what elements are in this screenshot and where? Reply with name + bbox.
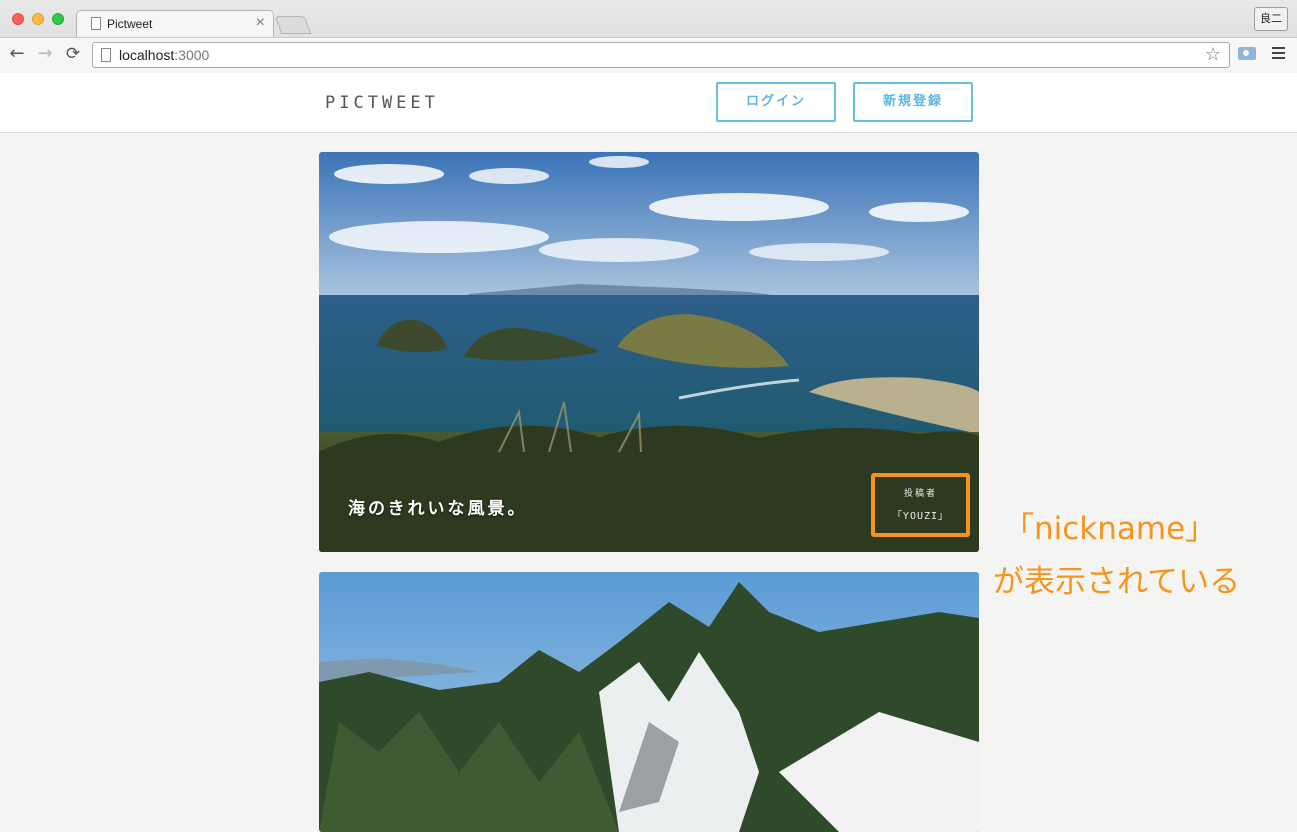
url-port: :3000 xyxy=(174,47,210,63)
browser-tab-active[interactable]: Pictweet × xyxy=(76,10,274,37)
poster-label: 投稿者 xyxy=(903,489,937,499)
reload-icon[interactable]: ⟳ xyxy=(62,42,84,66)
poster-highlight-box: 投稿者 「YOUZI」 xyxy=(871,473,970,537)
annotation-line-1: 「nickname」 xyxy=(1003,511,1217,547)
tweet-card xyxy=(319,572,979,832)
tweet-card: 海のきれいな風景。 投稿者 「YOUZI」 xyxy=(319,152,979,552)
profile-button[interactable]: 良二 xyxy=(1254,7,1288,31)
tab-close-icon[interactable]: × xyxy=(256,14,265,32)
annotation-line-2: が表示されている xyxy=(993,564,1241,600)
page-icon xyxy=(91,17,101,30)
browser-window-chrome: Pictweet × 良二 ← → ⟳ localhost:3000 ☆ xyxy=(0,0,1297,72)
signup-button[interactable]: 新規登録 xyxy=(853,82,973,122)
back-arrow-icon[interactable]: ← xyxy=(6,42,28,66)
url-host: localhost xyxy=(119,47,175,63)
site-header: PICTWEET ログイン 新規登録 xyxy=(0,73,1297,133)
tab-title: Pictweet xyxy=(107,17,153,31)
camera-icon[interactable] xyxy=(1238,47,1256,60)
site-logo[interactable]: PICTWEET xyxy=(325,93,439,113)
browser-toolbar: ← → ⟳ localhost:3000 ☆ xyxy=(0,37,1297,72)
new-tab-button[interactable] xyxy=(274,16,312,34)
window-minimize-button[interactable] xyxy=(32,13,44,25)
hamburger-menu-icon[interactable] xyxy=(1272,47,1285,60)
url-text[interactable]: localhost:3000 xyxy=(119,47,209,63)
poster-nickname[interactable]: 「YOUZI」 xyxy=(875,507,966,522)
tweet-image-mountains xyxy=(319,572,979,832)
tweet-text: 海のきれいな風景。 xyxy=(348,499,528,519)
window-close-button[interactable] xyxy=(12,13,24,25)
bookmark-star-icon[interactable]: ☆ xyxy=(1205,44,1221,65)
page-icon xyxy=(101,48,111,62)
window-maximize-button[interactable] xyxy=(52,13,64,25)
forward-arrow-icon[interactable]: → xyxy=(34,42,56,66)
login-button[interactable]: ログイン xyxy=(716,82,836,122)
address-bar[interactable]: localhost:3000 ☆ xyxy=(92,42,1230,68)
